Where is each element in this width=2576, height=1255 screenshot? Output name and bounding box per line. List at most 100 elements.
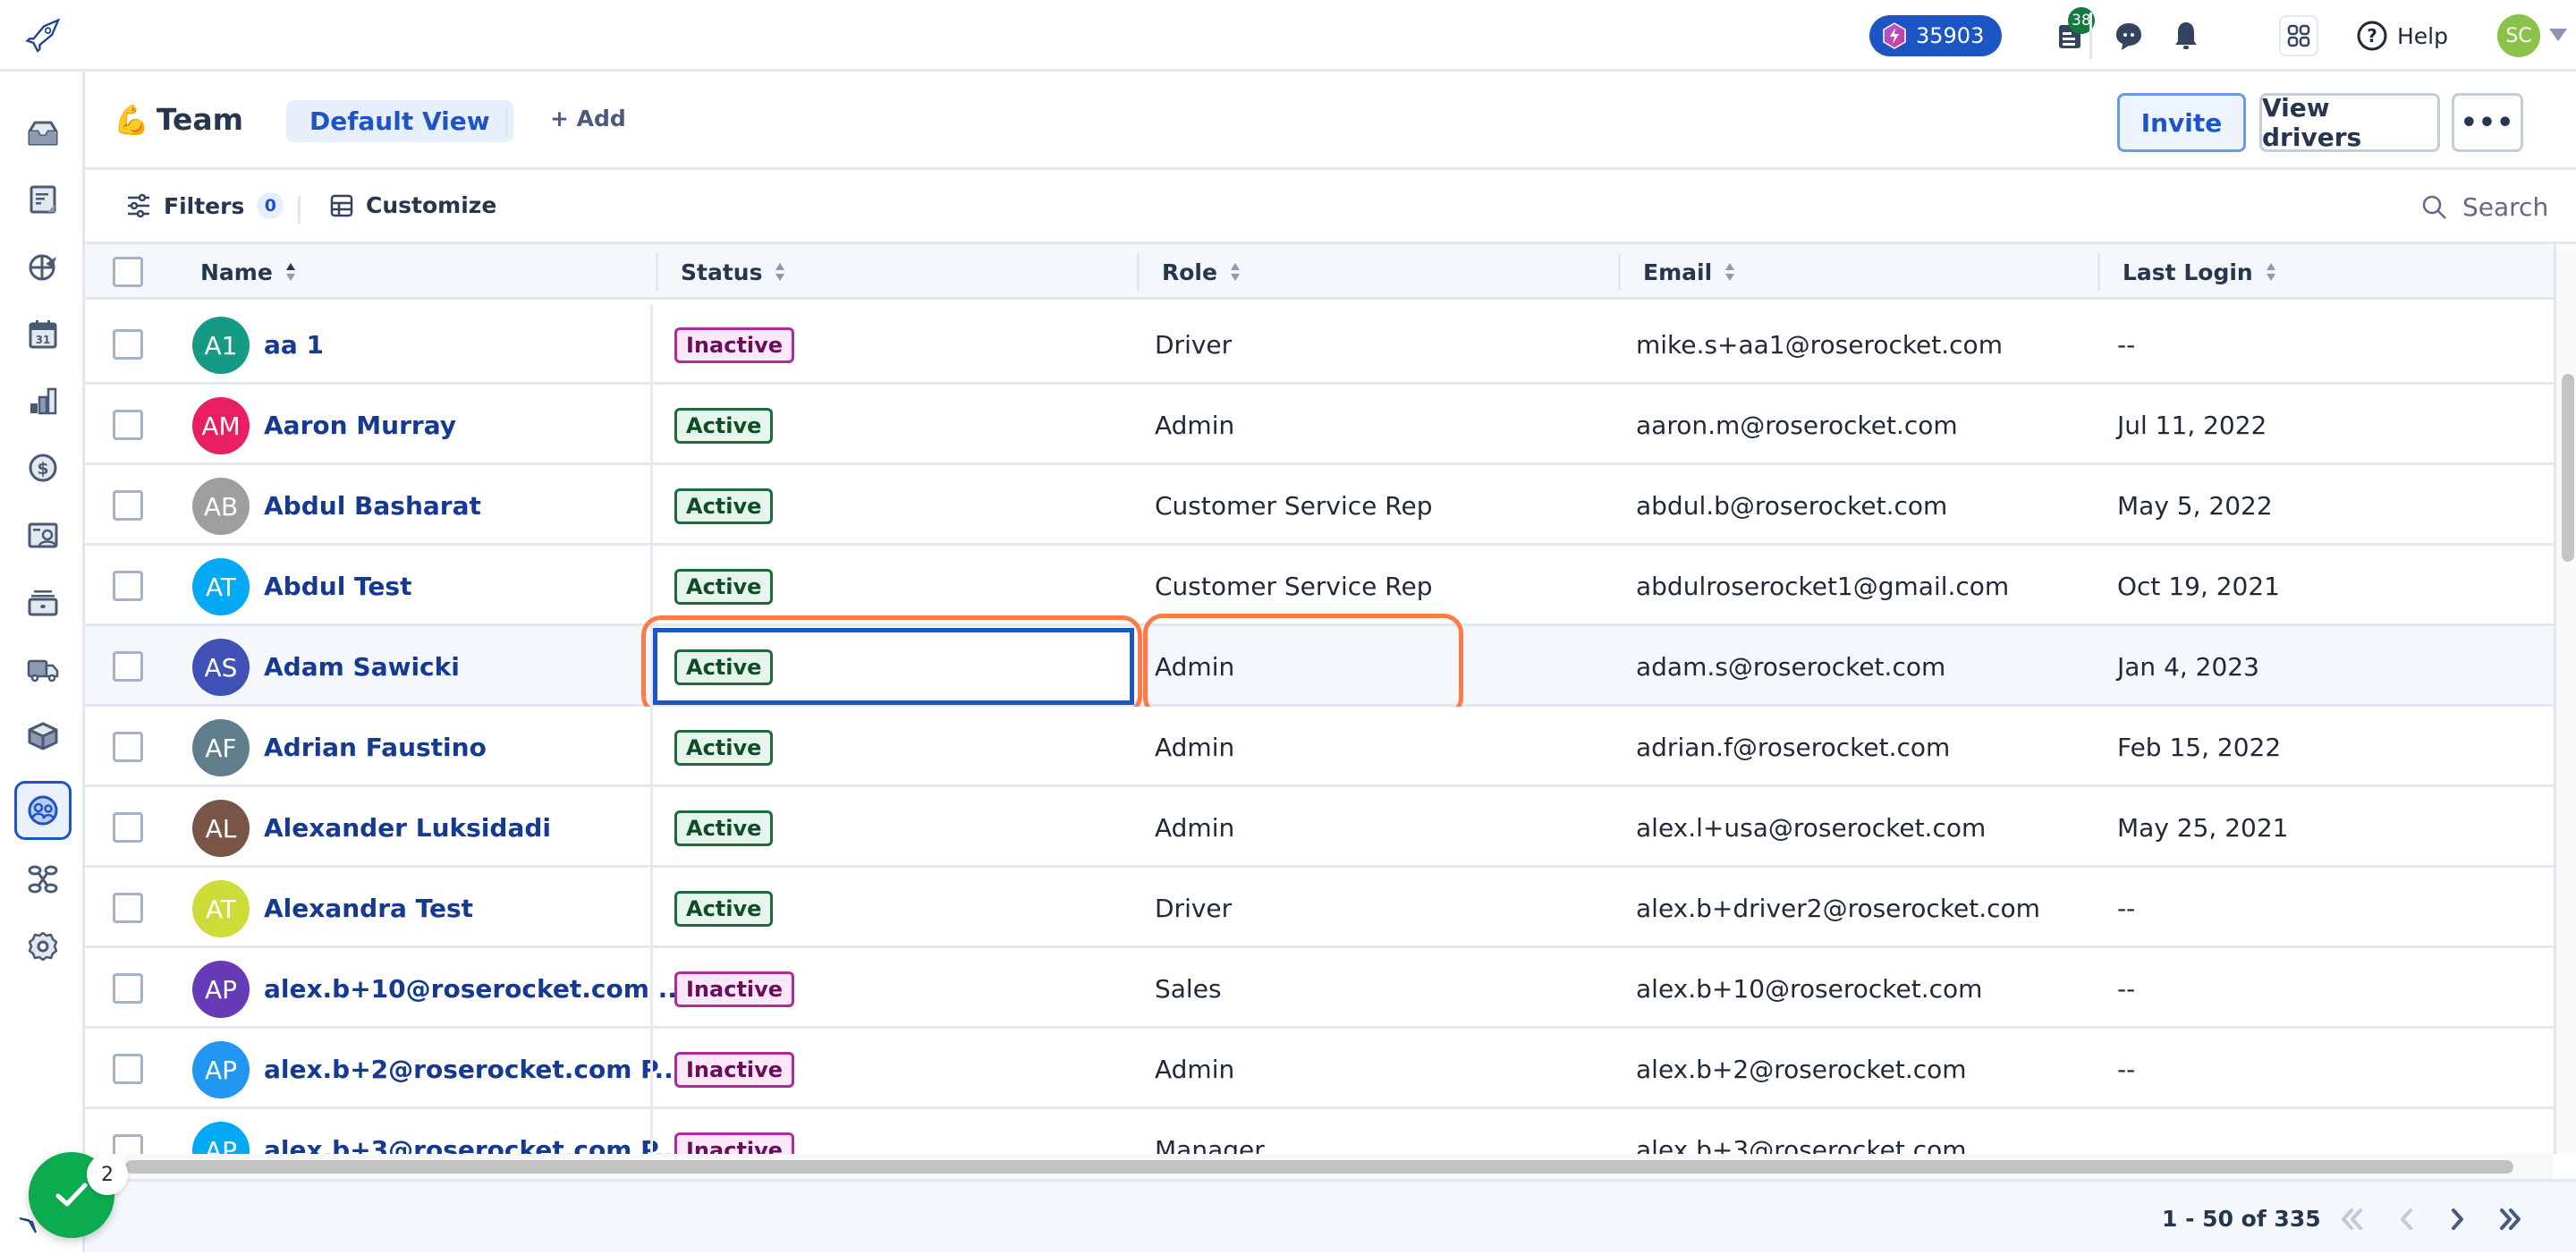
column-divider[interactable]	[1137, 253, 1140, 291]
row-checkbox[interactable]	[113, 893, 143, 923]
status-badge: Inactive	[674, 1052, 795, 1088]
row-checkbox[interactable]	[113, 812, 143, 843]
vertical-scrollbar-thumb[interactable]	[2562, 374, 2574, 562]
table-row[interactable]: AP alex.b+3@roserocket.com P... Inactive Ma…	[85, 1109, 2554, 1154]
column-header-role[interactable]: Role	[1137, 244, 1241, 300]
sidebar-item-integrations[interactable]	[16, 852, 70, 906]
help-button[interactable]: ? Help	[2356, 15, 2448, 56]
filters-button[interactable]: Filters 0	[126, 192, 284, 219]
next-page-button[interactable]	[2437, 1200, 2477, 1239]
apps-button[interactable]	[2279, 15, 2318, 56]
select-all-checkbox[interactable]	[113, 257, 143, 287]
sidebar-item-dispatch[interactable]	[16, 240, 70, 293]
tab-default-view[interactable]: Default View	[286, 100, 513, 142]
credits-button[interactable]: 35903	[1869, 15, 2003, 56]
column-divider[interactable]	[656, 253, 658, 291]
sidebar-item-fleet[interactable]	[16, 642, 70, 696]
row-checkbox[interactable]	[113, 1054, 143, 1084]
user-name-link[interactable]: Abdul Test	[264, 546, 411, 626]
horizontal-scrollbar-thumb[interactable]	[125, 1160, 2513, 1174]
sort-icon[interactable]	[2266, 262, 2276, 282]
user-name-link[interactable]: Aaron Murray	[264, 385, 456, 465]
user-name-link[interactable]: alex.b+2@roserocket.com P...	[264, 1029, 682, 1109]
sidebar-item-warehouse[interactable]	[16, 575, 70, 629]
row-checkbox[interactable]	[113, 1134, 143, 1154]
column-divider	[650, 1029, 653, 1109]
rocket-logo-icon[interactable]	[23, 16, 64, 57]
row-checkbox[interactable]	[113, 329, 143, 360]
last-login-cell: --	[2117, 329, 2136, 360]
role-cell[interactable]: Driver	[1155, 304, 1232, 385]
last-page-button[interactable]	[2491, 1200, 2530, 1239]
role-cell[interactable]: Admin	[1155, 385, 1234, 465]
role-cell[interactable]: Customer Service Rep	[1155, 465, 1433, 546]
svg-text:31: 31	[36, 334, 51, 346]
table-row[interactable]: AP alex.b+2@roserocket.com P... Inactive Ad…	[85, 1029, 2554, 1109]
sidebar-item-inbox[interactable]	[16, 106, 70, 159]
column-header-name[interactable]: Name	[200, 244, 296, 300]
table-row[interactable]: AB Abdul Basharat Active Customer Service R…	[85, 465, 2554, 546]
sort-icon[interactable]	[775, 262, 785, 282]
user-name-link[interactable]: Alexandra Test	[264, 868, 473, 948]
sidebar-item-customers[interactable]	[16, 508, 70, 562]
row-checkbox[interactable]	[113, 410, 143, 440]
row-checkbox[interactable]	[113, 490, 143, 521]
user-name-link[interactable]: Alexander Luksidadi	[264, 787, 551, 868]
sidebar-item-products[interactable]	[16, 709, 70, 763]
header-divider	[505, 107, 508, 138]
user-menu-caret-icon[interactable]	[2549, 29, 2567, 41]
user-name-link[interactable]: Adam Sawicki	[264, 626, 460, 707]
user-avatar[interactable]: SC	[2497, 14, 2540, 57]
user-name-link[interactable]: Abdul Basharat	[264, 465, 481, 546]
user-name-link[interactable]: alex.b+3@roserocket.com P...	[264, 1109, 682, 1155]
view-drivers-button[interactable]: View drivers	[2259, 93, 2440, 152]
add-view-button[interactable]: + Add	[550, 106, 626, 131]
table-row[interactable]: A1 aa 1 Inactive Driver mike.s+aa1@roserocke…	[85, 304, 2554, 385]
table-row[interactable]: AP alex.b+10@roserocket.com ... Inactive Sa…	[85, 948, 2554, 1029]
role-cell[interactable]: Driver	[1155, 868, 1232, 948]
more-options-button[interactable]: •••	[2452, 93, 2523, 152]
sidebar-item-calendar[interactable]: 31	[16, 307, 70, 360]
sidebar-item-reports[interactable]	[16, 374, 70, 428]
role-cell[interactable]: Admin	[1155, 1029, 1234, 1109]
column-header-email[interactable]: Email	[1618, 244, 1735, 300]
email-cell: alex.b+3@roserocket.com	[1636, 1134, 1967, 1155]
user-name-link[interactable]: Adrian Faustino	[264, 707, 487, 787]
column-divider[interactable]	[2097, 253, 2100, 291]
row-checkbox[interactable]	[113, 732, 143, 762]
table-row[interactable]: AL Alexander Luksidadi Active Admin alex.l+u…	[85, 787, 2554, 868]
role-cell[interactable]: Manager	[1155, 1109, 1265, 1155]
user-name-link[interactable]: alex.b+10@roserocket.com ...	[264, 948, 687, 1029]
vertical-scrollbar[interactable]	[2554, 244, 2576, 1154]
column-header-last-login[interactable]: Last Login	[2097, 244, 2276, 300]
column-header-status[interactable]: Status	[656, 244, 785, 300]
sidebar-item-team[interactable]	[14, 781, 72, 840]
row-checkbox[interactable]	[113, 973, 143, 1004]
role-cell[interactable]: Admin	[1155, 787, 1234, 868]
invite-button[interactable]: Invite	[2117, 93, 2246, 152]
table-row[interactable]: AM Aaron Murray Active Admin aaron.m@roseroc…	[85, 385, 2554, 465]
sort-asc-icon[interactable]	[285, 262, 296, 282]
row-checkbox[interactable]	[113, 571, 143, 601]
previous-page-button[interactable]	[2387, 1200, 2427, 1239]
email-cell: alex.b+10@roserocket.com	[1636, 973, 1983, 1004]
user-name-link[interactable]: aa 1	[264, 304, 324, 385]
sidebar-item-settings[interactable]	[16, 920, 70, 973]
column-divider[interactable]	[1618, 253, 1621, 291]
table-row[interactable]: AT Alexandra Test Active Driver alex.b+drive…	[85, 868, 2554, 948]
row-checkbox[interactable]	[113, 651, 143, 682]
sidebar-item-orders[interactable]	[16, 173, 70, 226]
sort-icon[interactable]	[1724, 262, 1735, 282]
sort-icon[interactable]	[1230, 262, 1241, 282]
role-cell[interactable]: Sales	[1155, 948, 1222, 1029]
chat-icon[interactable]	[2111, 18, 2147, 54]
customize-button[interactable]: Customize	[330, 192, 496, 218]
table-row[interactable]: AF Adrian Faustino Active Admin adrian.f@ros…	[85, 707, 2554, 787]
toolbar-divider	[298, 196, 301, 225]
first-page-button[interactable]	[2332, 1200, 2371, 1239]
search-input[interactable]: Search	[2421, 192, 2548, 222]
horizontal-scrollbar[interactable]	[125, 1154, 2554, 1179]
sidebar-item-billing[interactable]: $	[16, 441, 70, 495]
role-cell[interactable]: Admin	[1155, 707, 1234, 787]
bell-icon[interactable]	[2168, 18, 2204, 54]
